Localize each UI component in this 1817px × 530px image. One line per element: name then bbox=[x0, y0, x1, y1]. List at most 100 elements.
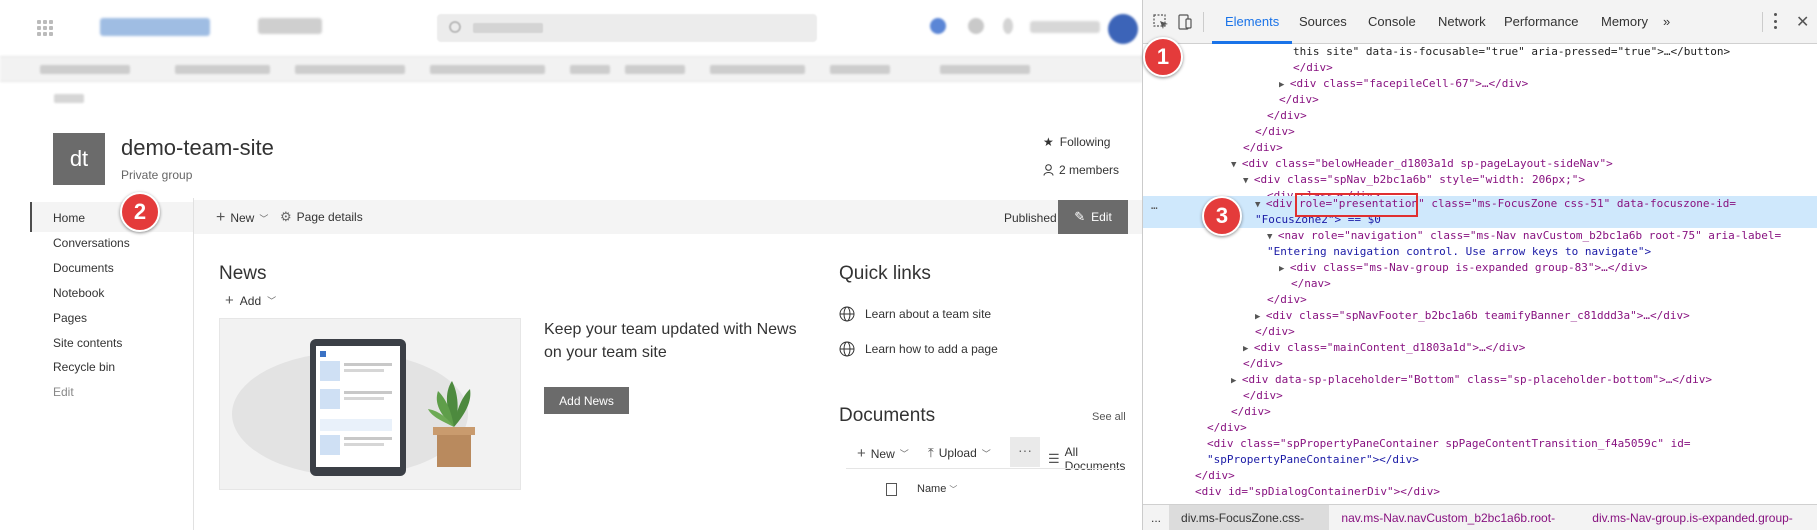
dom-node[interactable]: ▼ <div class="spNav_b2bc1a6b" style="wid… bbox=[1243, 172, 1817, 188]
tab-elements[interactable]: Elements bbox=[1225, 14, 1279, 29]
breadcrumb-item[interactable]: div.ms-FocusZone.css-51 bbox=[1169, 504, 1330, 530]
dom-node[interactable]: </div> bbox=[1255, 324, 1817, 340]
see-all-link[interactable]: See all bbox=[1092, 411, 1126, 423]
more-tabs-button[interactable]: » bbox=[1663, 14, 1670, 29]
dom-node[interactable]: </div> bbox=[1267, 108, 1817, 124]
devtools-tabbar: Elements Sources Console Network Perform… bbox=[1143, 0, 1817, 44]
breadcrumb-item[interactable]: div.ms-Nav-group.is-expanded.group-83 bbox=[1580, 505, 1817, 530]
page-command-bar: + New ﹀ ⚙ Page details bbox=[194, 200, 1142, 234]
brand-logo[interactable] bbox=[100, 18, 210, 36]
divider bbox=[1203, 12, 1204, 32]
close-icon[interactable]: ✕ bbox=[1796, 12, 1809, 32]
chevron-down-icon: ﹀ bbox=[259, 213, 269, 224]
search-input[interactable] bbox=[437, 14, 817, 42]
dom-node[interactable]: ▶ <div class="mainContent_d1803a1d">…</d… bbox=[1243, 340, 1817, 356]
avatar[interactable] bbox=[1108, 14, 1138, 44]
chevron-down-icon: ﹀ bbox=[981, 448, 991, 459]
list-icon: ☰ bbox=[1048, 451, 1060, 466]
nav-divider bbox=[193, 198, 194, 530]
sharepoint-page: dt demo-team-site Private group ★ Follow… bbox=[0, 0, 1142, 530]
dom-node[interactable]: </div> bbox=[1243, 388, 1817, 404]
favorites-bar bbox=[0, 56, 1142, 82]
gear-icon[interactable] bbox=[968, 18, 984, 34]
suite-bar bbox=[0, 0, 1142, 56]
documents-new-label: New bbox=[870, 446, 895, 461]
dom-node[interactable]: </div> bbox=[1255, 124, 1817, 140]
dom-node[interactable]: ▼ <div class="belowHeader_d1803a1d sp-pa… bbox=[1231, 156, 1817, 172]
upload-button[interactable]: ⤒ Upload ﹀ bbox=[928, 445, 991, 461]
breadcrumb bbox=[54, 94, 84, 103]
site-privacy-label: Private group bbox=[121, 168, 193, 182]
edit-label: Edit bbox=[1091, 210, 1112, 224]
dom-tree: this site" data-is-focusable="true" aria… bbox=[1143, 44, 1817, 501]
nav-item-documents[interactable]: Documents bbox=[53, 261, 114, 275]
dom-node[interactable]: ▶ <div data-sp-placeholder="Bottom" clas… bbox=[1231, 372, 1817, 388]
follow-button[interactable]: ★ Following bbox=[1043, 135, 1110, 149]
breadcrumb-item[interactable]: nav.ms-Nav.navCustom_b2bc1a6b.root-75 bbox=[1329, 505, 1580, 530]
kebab-menu-icon[interactable] bbox=[1774, 13, 1778, 29]
add-news-button[interactable]: Add News bbox=[544, 387, 629, 414]
nav-item-pages[interactable]: Pages bbox=[53, 311, 87, 325]
dom-node[interactable]: </div> bbox=[1207, 420, 1817, 436]
dom-node[interactable]: ▶ <div class="spNavFooter_b2bc1a6b teami… bbox=[1255, 308, 1817, 324]
dom-node[interactable]: </div> bbox=[1243, 140, 1817, 156]
upload-label: Upload bbox=[938, 446, 977, 460]
dom-node[interactable]: ▶ <div class="ms-Nav-group is-expanded g… bbox=[1279, 260, 1817, 276]
inspect-element-icon[interactable] bbox=[1153, 14, 1169, 30]
more-options-button[interactable]: ··· bbox=[1010, 437, 1040, 467]
app-name[interactable] bbox=[258, 18, 322, 34]
dom-node[interactable]: </div> bbox=[1231, 404, 1817, 420]
follow-label: Following bbox=[1059, 135, 1111, 149]
dom-node[interactable]: <div id="spDialogContainerDiv"></div> bbox=[1195, 484, 1817, 500]
quick-link-label: Learn about a team site bbox=[865, 307, 992, 321]
tab-memory[interactable]: Memory bbox=[1601, 14, 1648, 29]
site-header: dt demo-team-site Private group ★ Follow… bbox=[0, 113, 1142, 198]
app-launcher-icon[interactable] bbox=[37, 20, 53, 36]
tab-sources[interactable]: Sources bbox=[1299, 14, 1347, 29]
name-column-header[interactable]: Name bbox=[917, 483, 946, 495]
dom-node[interactable]: ▶ <div class="facepileCell-67">…</div> bbox=[1279, 76, 1817, 92]
chat-icon[interactable] bbox=[930, 18, 946, 34]
dom-node[interactable]: </div> bbox=[1267, 292, 1817, 308]
dom-node[interactable]: <div class="spPropertyPaneContainer spPa… bbox=[1207, 436, 1817, 452]
nav-item-recycle-bin[interactable]: Recycle bin bbox=[53, 360, 115, 374]
nav-item-edit[interactable]: Edit bbox=[53, 385, 74, 399]
new-button[interactable]: + New ﹀ bbox=[216, 209, 268, 227]
dom-node[interactable]: ▼ <nav role="navigation" class="ms-Nav n… bbox=[1267, 228, 1817, 244]
site-logo[interactable]: dt bbox=[53, 133, 105, 185]
nav-item-site-contents[interactable]: Site contents bbox=[53, 336, 122, 350]
divider bbox=[1762, 12, 1763, 32]
dom-node[interactable]: "Entering navigation control. Use arrow … bbox=[1267, 244, 1817, 260]
tablet-illustration bbox=[232, 339, 475, 476]
dom-node[interactable]: </div> bbox=[1279, 92, 1817, 108]
documents-new-button[interactable]: + New ﹀ bbox=[857, 445, 909, 462]
page-title[interactable]: demo-team-site bbox=[121, 135, 274, 161]
selected-dom-node[interactable]: … ▼ <div role="presentation" class="ms-F… bbox=[1143, 196, 1817, 228]
edit-button[interactable]: ✎ Edit bbox=[1058, 200, 1128, 234]
breadcrumb-more[interactable]: ... bbox=[1143, 505, 1169, 530]
nav-item-notebook[interactable]: Notebook bbox=[53, 286, 104, 300]
dom-node[interactable]: this site" data-is-focusable="true" aria… bbox=[1293, 44, 1817, 60]
members-button[interactable]: 2 members bbox=[1043, 163, 1119, 177]
dom-node[interactable]: "spPropertyPaneContainer"></div> bbox=[1207, 452, 1817, 468]
tab-console[interactable]: Console bbox=[1368, 14, 1416, 29]
tab-network[interactable]: Network bbox=[1438, 14, 1486, 29]
dom-node[interactable]: </div> bbox=[1195, 468, 1817, 484]
tab-performance[interactable]: Performance bbox=[1504, 14, 1578, 29]
site-navigation: Home Conversations Documents Notebook Pa… bbox=[30, 198, 193, 530]
add-news-menu[interactable]: + Add ﹀ bbox=[225, 292, 276, 309]
news-placeholder-image bbox=[219, 318, 521, 490]
quick-link-item[interactable]: Learn how to add a page bbox=[839, 341, 998, 357]
chevron-down-icon: ﹀ bbox=[267, 296, 277, 306]
nav-item-conversations[interactable]: Conversations bbox=[53, 236, 130, 250]
nav-item-home[interactable]: Home bbox=[30, 202, 193, 232]
file-type-icon bbox=[886, 482, 897, 496]
page-details-button[interactable]: ⚙ Page details bbox=[280, 209, 363, 225]
dom-node[interactable]: </nav> bbox=[1291, 276, 1817, 292]
help-icon[interactable] bbox=[1003, 18, 1013, 34]
quick-link-item[interactable]: Learn about a team site bbox=[839, 306, 991, 322]
dom-node[interactable]: </div> bbox=[1243, 356, 1817, 372]
dom-node[interactable]: </div> bbox=[1293, 60, 1817, 76]
device-toolbar-icon[interactable] bbox=[1177, 14, 1193, 30]
documents-heading: Documents bbox=[839, 405, 936, 426]
